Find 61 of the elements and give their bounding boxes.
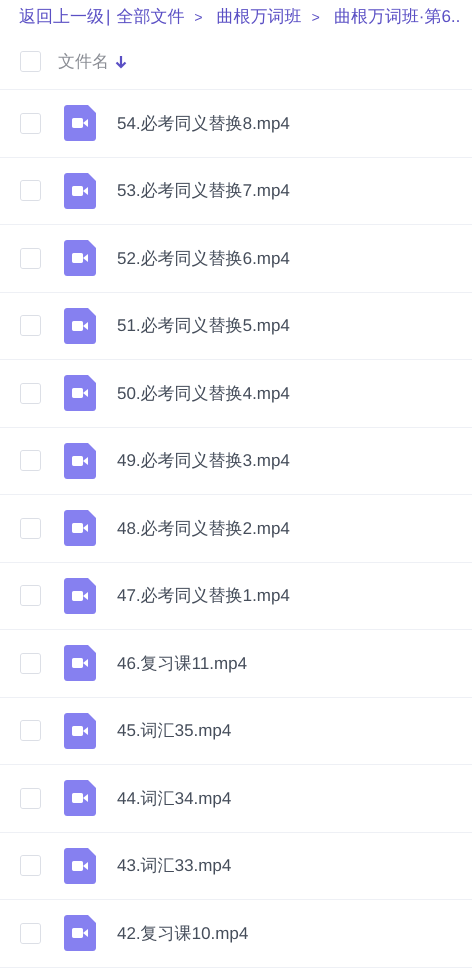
file-row[interactable]: 45.词汇35.mp4	[0, 698, 472, 765]
breadcrumb-arrow: >	[312, 8, 320, 26]
video-file-icon	[64, 645, 96, 682]
checkbox[interactable]	[20, 112, 41, 134]
video-file-icon	[64, 442, 96, 479]
checkbox[interactable]	[20, 652, 41, 674]
breadcrumb-link[interactable]: 曲根万词班·第6..	[334, 4, 460, 30]
file-name: 51.必考同义替换5.mp4	[117, 315, 290, 337]
checkbox[interactable]	[20, 450, 41, 472]
checkbox[interactable]	[20, 315, 41, 336]
file-row[interactable]: 54.必考同义替换8.mp4	[0, 90, 472, 158]
file-name: 47.必考同义替换1.mp4	[117, 585, 290, 607]
video-file-icon	[64, 780, 96, 816]
video-file-icon	[64, 240, 96, 276]
file-name: 49.必考同义替换3.mp4	[117, 450, 290, 472]
checkbox[interactable]	[20, 720, 41, 742]
file-name: 48.必考同义替换2.mp4	[117, 518, 290, 540]
file-name: 46.复习课11.mp4	[117, 652, 248, 674]
file-name: 42.复习课10.mp4	[117, 922, 248, 944]
file-name: 44.词汇34.mp4	[117, 788, 232, 810]
checkbox[interactable]	[20, 855, 41, 876]
video-file-icon	[64, 915, 96, 952]
file-name: 54.必考同义替换8.mp4	[117, 112, 290, 134]
file-name: 45.词汇35.mp4	[117, 720, 232, 742]
file-name: 50.必考同义替换4.mp4	[117, 382, 290, 404]
video-file-icon	[64, 510, 96, 546]
file-row[interactable]: 52.必考同义替换6.mp4	[0, 225, 472, 292]
file-name: 53.必考同义替换7.mp4	[117, 180, 290, 202]
breadcrumb-link[interactable]: 全部文件	[116, 4, 184, 30]
video-file-icon	[64, 578, 96, 614]
checkbox[interactable]	[20, 585, 41, 606]
video-file-icon	[64, 308, 96, 344]
file-row[interactable]: 53.必考同义替换7.mp4	[0, 158, 472, 225]
video-file-icon	[64, 105, 96, 142]
file-row[interactable]: 44.词汇34.mp4	[0, 765, 472, 832]
back-link[interactable]: 返回上一级	[19, 4, 104, 30]
breadcrumb-link[interactable]: 曲根万词班	[216, 4, 302, 30]
video-file-icon	[64, 712, 96, 749]
breadcrumb-arrow: >	[194, 8, 203, 26]
video-file-icon	[64, 848, 96, 884]
checkbox[interactable]	[20, 51, 41, 72]
file-row[interactable]: 47.必考同义替换1.mp4	[0, 562, 472, 630]
file-row[interactable]: 48.必考同义替换2.mp4	[0, 495, 472, 562]
file-row[interactable]: 43.词汇33.mp4	[0, 832, 472, 900]
checkbox[interactable]	[20, 180, 41, 202]
file-name: 52.必考同义替换6.mp4	[117, 248, 290, 270]
file-row[interactable]: 46.复习课11.mp4	[0, 630, 472, 698]
file-row[interactable]: 51.必考同义替换5.mp4	[0, 292, 472, 360]
checkbox[interactable]	[20, 788, 41, 809]
checkbox[interactable]	[20, 518, 41, 539]
file-row[interactable]: 50.必考同义替换4.mp4	[0, 360, 472, 428]
checkbox[interactable]	[20, 922, 41, 944]
video-file-icon	[64, 172, 96, 209]
file-row[interactable]: 49.必考同义替换3.mp4	[0, 428, 472, 495]
file-name: 43.词汇33.mp4	[117, 855, 232, 877]
checkbox[interactable]	[20, 248, 41, 269]
separator: |	[106, 6, 110, 28]
checkbox[interactable]	[20, 382, 41, 404]
video-file-icon	[64, 375, 96, 412]
sort-down-icon[interactable]	[115, 54, 127, 68]
file-row[interactable]: 42.复习课10.mp4	[0, 900, 472, 968]
